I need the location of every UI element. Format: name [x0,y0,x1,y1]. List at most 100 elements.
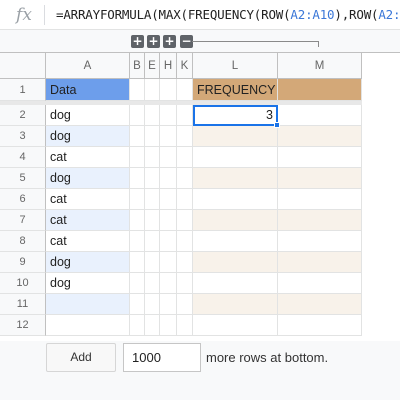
row-header[interactable]: 9 [0,252,46,273]
cell-a1[interactable]: Data [46,79,130,101]
column-header-l[interactable]: L [193,53,278,79]
row-header[interactable]: 12 [0,315,46,336]
cell-k9[interactable] [177,252,193,273]
cell-k2[interactable] [177,105,193,126]
cell-e11[interactable] [145,294,160,315]
cell-e12[interactable] [145,315,160,336]
column-header-a[interactable]: A [46,53,130,79]
cell-l11[interactable] [193,294,278,315]
cell-k3[interactable] [177,126,193,147]
cell-e1[interactable] [145,79,160,101]
expand-group-button[interactable]: + [163,35,176,48]
cell-a2[interactable]: dog [46,105,130,126]
cell-b7[interactable] [130,210,145,231]
column-header-h[interactable]: H [160,53,177,79]
cell-h6[interactable] [160,189,177,210]
cell-a6[interactable]: cat [46,189,130,210]
cell-l9[interactable] [193,252,278,273]
cell-a3[interactable]: dog [46,126,130,147]
cell-b6[interactable] [130,189,145,210]
cell-m6[interactable] [278,189,362,210]
cell-b10[interactable] [130,273,145,294]
cell-k4[interactable] [177,147,193,168]
cell-l8[interactable] [193,231,278,252]
cell-h4[interactable] [160,147,177,168]
cell-b4[interactable] [130,147,145,168]
cell-e9[interactable] [145,252,160,273]
cell-h7[interactable] [160,210,177,231]
add-rows-button[interactable]: Add [46,343,116,372]
cell-m10[interactable] [278,273,362,294]
cell-e3[interactable] [145,126,160,147]
cell-l5[interactable] [193,168,278,189]
frozen-row-divider[interactable] [0,101,362,105]
cell-h12[interactable] [160,315,177,336]
row-header[interactable]: 11 [0,294,46,315]
cell-h3[interactable] [160,126,177,147]
cell-a9[interactable]: dog [46,252,130,273]
cell-m8[interactable] [278,231,362,252]
rows-count-input[interactable]: 1000 [123,343,201,372]
cell-b12[interactable] [130,315,145,336]
select-all-corner[interactable] [0,53,46,79]
row-header[interactable]: 5 [0,168,46,189]
cell-k7[interactable] [177,210,193,231]
cell-e7[interactable] [145,210,160,231]
cell-k6[interactable] [177,189,193,210]
cell-l10[interactable] [193,273,278,294]
cell-h5[interactable] [160,168,177,189]
formula-input[interactable]: =ARRAYFORMULA(MAX(FREQUENCY(ROW(A2:A10),… [56,7,400,22]
row-header[interactable]: 2 [0,105,46,126]
cell-k11[interactable] [177,294,193,315]
cell-b1[interactable] [130,79,145,101]
cell-l1[interactable]: FREQUENCY 'cat' [193,79,300,101]
cell-m2[interactable] [278,105,362,126]
cell-b8[interactable] [130,231,145,252]
cell-a10[interactable]: dog [46,273,130,294]
cell-h2[interactable] [160,105,177,126]
cell-e10[interactable] [145,273,160,294]
expand-group-button[interactable]: + [131,35,144,48]
cell-k12[interactable] [177,315,193,336]
cell-b2[interactable] [130,105,145,126]
expand-group-button[interactable]: + [147,35,160,48]
column-header-k[interactable]: K [177,53,193,79]
cell-k1[interactable] [177,79,193,101]
cell-l7[interactable] [193,210,278,231]
row-header[interactable]: 1 [0,79,46,101]
cell-m1[interactable] [278,79,362,101]
cell-a4[interactable]: cat [46,147,130,168]
row-header[interactable]: 4 [0,147,46,168]
cell-b3[interactable] [130,126,145,147]
row-header[interactable]: 7 [0,210,46,231]
cell-a12[interactable] [46,315,130,336]
cell-h11[interactable] [160,294,177,315]
result-cell-l2[interactable]: 3 [193,105,278,126]
cell-k5[interactable] [177,168,193,189]
cell-a5[interactable]: dog [46,168,130,189]
cell-h1[interactable] [160,79,177,101]
cell-l4[interactable] [193,147,278,168]
cell-b9[interactable] [130,252,145,273]
row-header[interactable]: 3 [0,126,46,147]
cell-m3[interactable] [278,126,362,147]
cell-l3[interactable] [193,126,278,147]
cell-m11[interactable] [278,294,362,315]
cell-m12[interactable] [278,315,362,336]
column-header-m[interactable]: M [278,53,362,79]
column-header-e[interactable]: E [145,53,160,79]
cell-b11[interactable] [130,294,145,315]
row-header[interactable]: 10 [0,273,46,294]
cell-m4[interactable] [278,147,362,168]
cell-e2[interactable] [145,105,160,126]
cell-k8[interactable] [177,231,193,252]
cell-a8[interactable]: cat [46,231,130,252]
column-header-b[interactable]: B [130,53,145,79]
cell-m5[interactable] [278,168,362,189]
cell-a7[interactable]: cat [46,210,130,231]
cell-e6[interactable] [145,189,160,210]
cell-e5[interactable] [145,168,160,189]
cell-h10[interactable] [160,273,177,294]
row-header[interactable]: 6 [0,189,46,210]
cell-m7[interactable] [278,210,362,231]
